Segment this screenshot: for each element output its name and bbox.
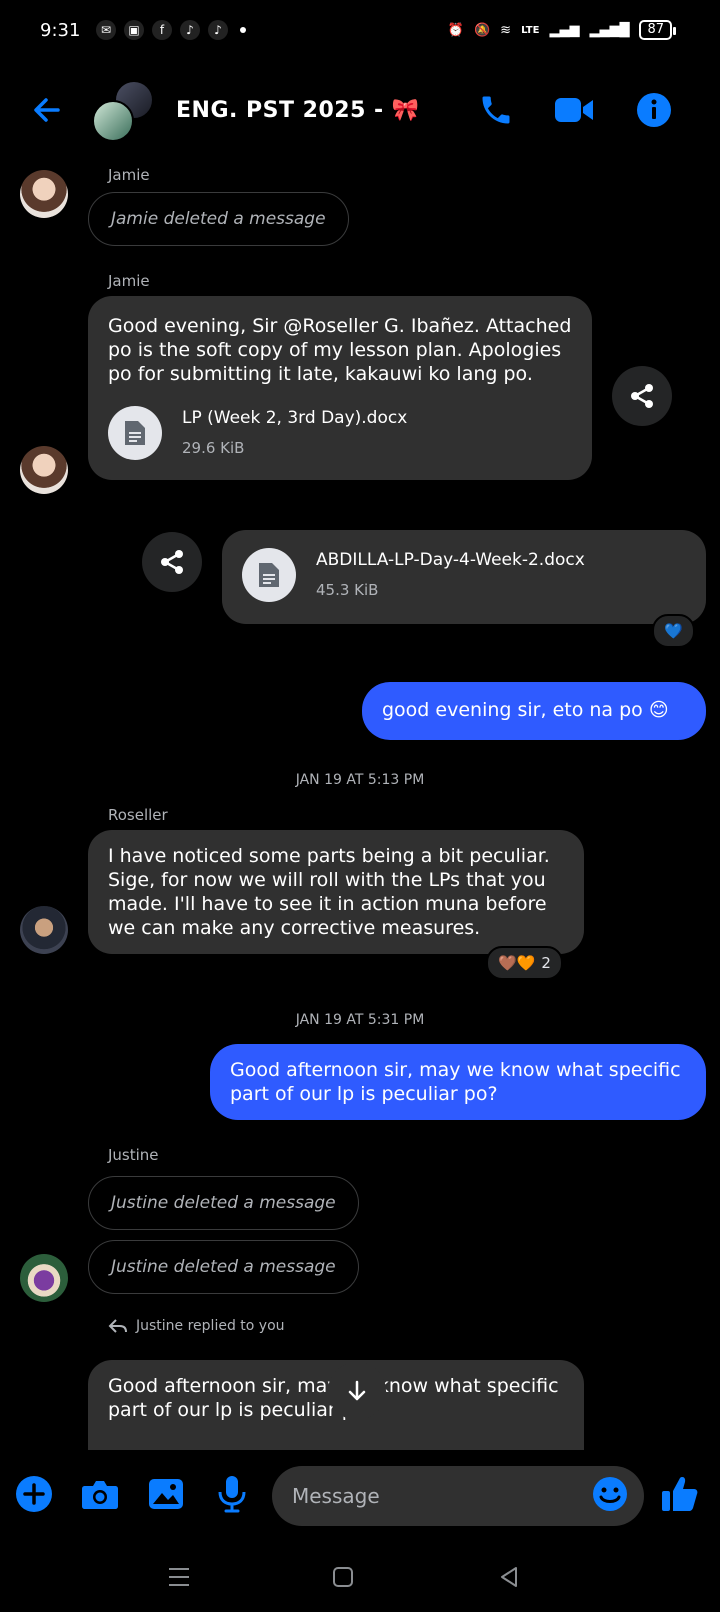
outgoing-message[interactable]: Good afternoon sir, may we know what spe… <box>210 1044 706 1120</box>
document-icon <box>242 548 296 602</box>
avatar[interactable] <box>20 170 68 218</box>
conversation-header: ENG. PST 2025 - 🎀 <box>0 70 720 154</box>
deleted-message[interactable]: Jamie deleted a message <box>88 192 349 246</box>
file-attachment[interactable]: LP (Week 2, 3rd Day).docx 29.6 KiB <box>108 406 572 460</box>
camera-button[interactable] <box>78 1472 122 1516</box>
status-bar: 9:31 ✉ ▣ f ♪ ♪ ⏰ 🔕 ≋ LTE ▂▄▆ ▂▄▆█ 87 <box>0 0 720 64</box>
contact-card-icon: ▣ <box>124 20 144 40</box>
reaction-count: 2 <box>541 954 551 972</box>
message-bubble[interactable]: I have noticed some parts being a bit pe… <box>88 830 584 954</box>
heart-reactions: 🤎🧡 <box>498 954 536 972</box>
message-input-container[interactable] <box>272 1466 644 1526</box>
file-name: LP (Week 2, 3rd Day).docx <box>182 408 408 428</box>
camera-icon <box>82 1481 118 1509</box>
plus-icon <box>16 1476 52 1512</box>
triangle-back-icon <box>501 1567 517 1587</box>
group-avatar[interactable] <box>92 80 156 144</box>
deleted-message[interactable]: Justine deleted a message <box>88 1176 359 1230</box>
audio-call-button[interactable] <box>474 88 518 132</box>
file-size: 45.3 KiB <box>316 581 379 599</box>
file-attachment[interactable]: ABDILLA-LP-Day-4-Week-2.docx 45.3 KiB <box>242 548 686 602</box>
microphone-icon <box>218 1476 246 1513</box>
tiktok-icon: ♪ <box>180 20 200 40</box>
scroll-to-bottom-button[interactable] <box>328 1362 386 1420</box>
battery-indicator: 87 <box>639 20 676 40</box>
gallery-button[interactable] <box>144 1472 188 1516</box>
smiley-icon <box>593 1477 627 1511</box>
share-icon <box>631 384 653 408</box>
back-nav-button[interactable] <box>494 1562 524 1592</box>
date-separator: JAN 19 AT 5:31 PM <box>295 1012 425 1028</box>
file-name: ABDILLA-LP-Day-4-Week-2.docx <box>316 550 585 570</box>
video-camera-icon <box>555 98 593 122</box>
conversation-info-button[interactable] <box>632 88 676 132</box>
message-composer <box>0 1450 720 1540</box>
signal-icon: ▂▄▆█ <box>589 22 630 38</box>
image-icon <box>149 1479 183 1509</box>
mute-icon: 🔕 <box>473 22 491 38</box>
like-button[interactable] <box>658 1472 702 1516</box>
share-button[interactable] <box>612 366 672 426</box>
date-separator: JAN 19 AT 5:13 PM <box>295 772 425 788</box>
square-icon <box>333 1567 353 1587</box>
deleted-message[interactable]: Justine deleted a message <box>88 1240 359 1294</box>
more-actions-button[interactable] <box>12 1472 56 1516</box>
phone-icon <box>482 96 510 124</box>
share-icon <box>161 550 183 574</box>
wifi-icon: ≋ <box>500 22 512 38</box>
reply-label: Justine replied to you <box>136 1318 285 1334</box>
back-arrow-icon <box>34 98 60 122</box>
alarm-icon: ⏰ <box>447 22 464 38</box>
status-time: 9:31 <box>40 20 81 41</box>
member-avatar <box>92 100 134 142</box>
blue-heart-icon: 💙 <box>664 622 683 640</box>
more-notifications-icon <box>240 27 246 33</box>
thumbs-up-icon <box>662 1477 698 1511</box>
voice-message-button[interactable] <box>210 1472 254 1516</box>
tiktok-icon: ♪ <box>208 20 228 40</box>
reply-indicator: Justine replied to you <box>108 1318 285 1334</box>
system-icons: ⏰ 🔕 ≋ LTE ▂▄▆ ▂▄▆█ 87 <box>447 20 676 40</box>
signal-icon: ▂▄▆ <box>549 22 580 38</box>
system-navigation-bar <box>0 1540 720 1612</box>
emoji-button[interactable] <box>592 1476 632 1516</box>
outgoing-message[interactable]: good evening sir, eto na po 😊 <box>362 682 706 740</box>
info-icon <box>637 93 671 127</box>
document-icon <box>108 406 162 460</box>
conversation-title[interactable]: ENG. PST 2025 - 🎀 <box>176 98 420 123</box>
arrow-down-icon <box>348 1380 366 1401</box>
message-list[interactable]: Jamie Jamie deleted a message Jamie Good… <box>0 160 720 1450</box>
message-bubble[interactable]: Good evening, Sir @Roseller G. Ibañez. A… <box>88 296 592 480</box>
home-button[interactable] <box>328 1562 358 1592</box>
message-reaction[interactable]: 🤎🧡 2 <box>486 946 563 980</box>
message-input[interactable] <box>292 1484 572 1508</box>
file-size: 29.6 KiB <box>182 439 245 457</box>
message-text: Good evening, Sir @Roseller G. Ibañez. A… <box>108 315 572 385</box>
reply-icon <box>108 1319 127 1333</box>
recent-apps-button[interactable] <box>164 1562 194 1592</box>
notification-icons: ✉ ▣ f ♪ ♪ <box>96 20 246 40</box>
avatar[interactable] <box>20 1254 68 1302</box>
avatar[interactable] <box>20 446 68 494</box>
sender-name: Jamie <box>108 166 150 184</box>
facebook-icon: f <box>152 20 172 40</box>
messenger-icon: ✉ <box>96 20 116 40</box>
sender-name: Jamie <box>108 272 150 290</box>
message-reaction[interactable]: 💙 <box>652 614 695 648</box>
avatar[interactable] <box>20 906 68 954</box>
back-button[interactable] <box>28 90 68 130</box>
sender-name: Roseller <box>108 806 168 824</box>
sender-name: Justine <box>108 1146 159 1164</box>
file-message-bubble[interactable]: ABDILLA-LP-Day-4-Week-2.docx 45.3 KiB <box>222 530 706 624</box>
menu-icon <box>169 1568 189 1586</box>
video-call-button[interactable] <box>552 88 596 132</box>
share-button[interactable] <box>142 532 202 592</box>
lte-icon: LTE <box>521 24 540 36</box>
